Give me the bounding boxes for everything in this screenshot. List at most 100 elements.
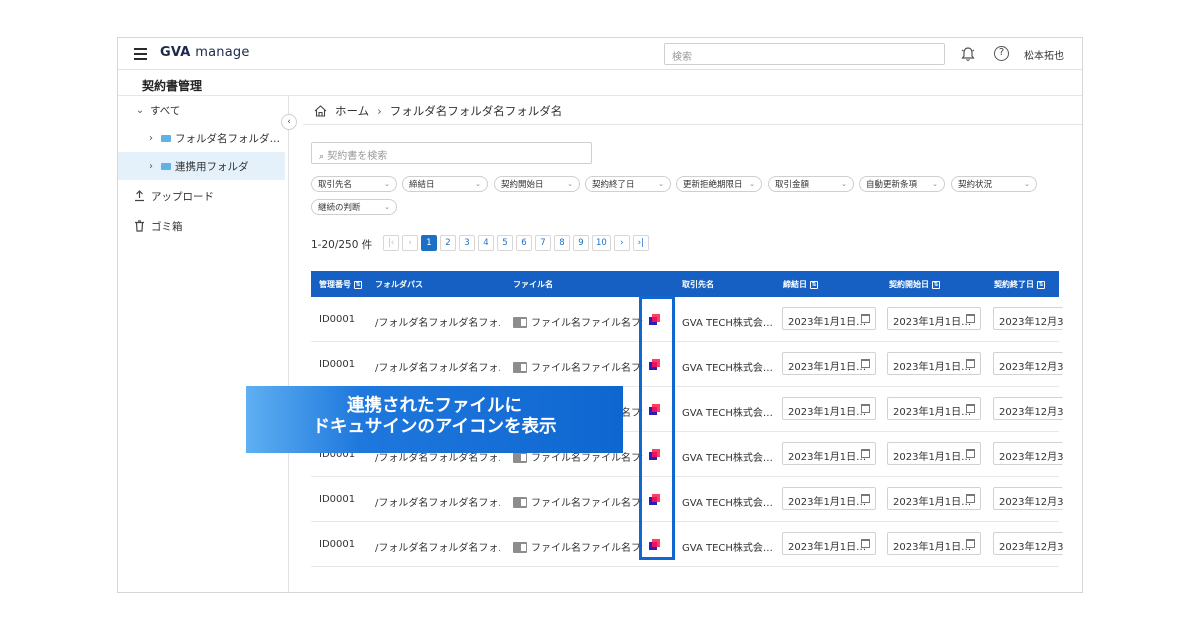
home-icon[interactable] [314,105,327,117]
page-button[interactable]: 3 [459,235,475,251]
start-date-field[interactable]: 2023年1月1日… [887,442,981,465]
cell-partner: GVA TECH株式会… [682,498,772,509]
callout-line-1: 連携されたファイルに [347,396,522,416]
signed-date-field[interactable]: 2023年1月1日… [782,397,876,420]
page-button[interactable]: 8 [554,235,570,251]
sidebar-item-all[interactable]: ⌄ すべて [118,96,285,124]
sidebar-item-label: ゴミ箱 [151,220,183,233]
page-button[interactable]: 4 [478,235,494,251]
sort-icon[interactable]: ⇅ [1037,280,1045,289]
column-header-file: ファイル名 [513,279,553,290]
table-row[interactable]: ID0001/フォルダ名フォルダ名フォル… ファイル名ファイル名ファ… GVA TE… [311,477,1063,522]
start-date-field[interactable]: 2023年1月1日… [887,352,981,375]
sort-icon[interactable]: ⇅ [810,280,818,289]
column-header-end[interactable]: 契約終了日 ⇅ [994,279,1045,290]
cell-file[interactable]: ファイル名ファイル名ファ… [513,359,643,374]
cell-id: ID0001 [319,314,356,325]
column-label: 締結日 [783,280,807,289]
page-button[interactable]: 7 [535,235,551,251]
chevron-right-icon[interactable]: › [145,133,157,144]
filter-label: 更新拒絶期限日 [683,180,743,190]
page-button[interactable]: 6 [516,235,532,251]
global-search-input[interactable]: 検索 [664,43,945,65]
annotation-callout: 連携されたファイルに ドキュサインのアイコンを表示 [246,386,623,453]
table-row[interactable]: ID0001/フォルダ名フォルダ名フォル… ファイル名ファイル名ファ… GVA TE… [311,522,1063,567]
sidebar-item-trash[interactable]: ゴミ箱 [118,212,285,240]
calendar-icon[interactable] [966,404,975,413]
document-search-input[interactable]: ⌕ 契約書を検索 [311,142,592,164]
calendar-icon[interactable] [861,449,870,458]
chevron-down-icon: ⌄ [384,180,390,188]
filter-start-date[interactable]: 契約開始日 ⌄ [494,176,580,192]
bell-icon[interactable] [960,46,976,62]
last-page-button[interactable]: ›| [632,235,649,251]
cell-partner: GVA TECH株式会… [682,363,772,374]
page-button[interactable]: 5 [497,235,513,251]
calendar-icon[interactable] [966,539,975,548]
column-header-id[interactable]: 管理番号 ⇅ [319,279,362,290]
filter-amount[interactable]: 取引金額 ⌄ [768,176,854,192]
calendar-icon[interactable] [861,359,870,368]
cell-file[interactable]: ファイル名ファイル名ファ… [513,539,643,554]
filter-label: 自動更新条項 [866,180,918,190]
calendar-icon[interactable] [861,404,870,413]
end-date-field[interactable]: 2023年12月31 [993,307,1063,330]
sidebar-item-upload[interactable]: アップロード [118,182,285,210]
start-date-field[interactable]: 2023年1月1日… [887,532,981,555]
signed-date-field[interactable]: 2023年1月1日… [782,532,876,555]
end-date-field[interactable]: 2023年12月31 [993,397,1063,420]
cell-file[interactable]: ファイル名ファイル名ファ… [513,314,643,329]
cell-file[interactable]: ファイル名ファイル名ファ… [513,494,643,509]
calendar-icon[interactable] [966,359,975,368]
page-button[interactable]: 1 [421,235,437,251]
table-row[interactable]: ID0001/フォルダ名フォルダ名フォル… ファイル名ファイル名ファ… GVA TE… [311,342,1063,387]
page-button[interactable]: 9 [573,235,589,251]
chevron-right-icon[interactable]: › [145,161,157,172]
page-button[interactable]: 10 [592,235,611,251]
end-date-field[interactable]: 2023年12月31 [993,532,1063,555]
chevron-down-icon[interactable]: ⌄ [134,105,146,116]
first-page-button[interactable]: |‹ [383,235,399,251]
start-date-field[interactable]: 2023年1月1日… [887,487,981,510]
breadcrumb-home[interactable]: ホーム [335,103,369,119]
column-header-signed[interactable]: 締結日 ⇅ [783,279,818,290]
start-date-field[interactable]: 2023年1月1日… [887,397,981,420]
calendar-icon[interactable] [966,494,975,503]
user-name[interactable]: 松本拓也 [1024,47,1064,62]
calendar-icon[interactable] [861,539,870,548]
hamburger-icon[interactable] [134,48,147,60]
filter-renewal-deadline[interactable]: 更新拒絶期限日 ⌄ [676,176,762,192]
end-date-field[interactable]: 2023年12月31 [993,442,1063,465]
chevron-down-icon: ⌄ [567,180,573,188]
help-icon[interactable]: ? [994,46,1009,61]
filter-signed-date[interactable]: 締結日 ⌄ [402,176,488,192]
filter-partner[interactable]: 取引先名 ⌄ [311,176,397,192]
page-button[interactable]: 2 [440,235,456,251]
calendar-icon[interactable] [966,314,975,323]
start-date-field[interactable]: 2023年1月1日… [887,307,981,330]
next-page-button[interactable]: › [613,235,630,251]
end-date-field[interactable]: 2023年12月31 [993,352,1063,375]
filter-auto-renewal[interactable]: 自動更新条項 ⌄ [859,176,945,192]
prev-page-button[interactable]: ‹ [402,235,418,251]
signed-date-field[interactable]: 2023年1月1日… [782,352,876,375]
calendar-icon[interactable] [966,449,975,458]
breadcrumb-current: フォルダ名フォルダ名フォルダ名 [389,104,563,118]
column-header-start[interactable]: 契約開始日 ⇅ [889,279,940,290]
filter-continuation[interactable]: 継続の判断 ⌄ [311,199,397,215]
signed-date-field[interactable]: 2023年1月1日… [782,307,876,330]
calendar-icon[interactable] [861,314,870,323]
sort-icon[interactable]: ⇅ [932,280,940,289]
signed-date-field[interactable]: 2023年1月1日… [782,442,876,465]
calendar-icon[interactable] [861,494,870,503]
signed-date-field[interactable]: 2023年1月1日… [782,487,876,510]
table-row[interactable]: ID0001/フォルダ名フォルダ名フォル… ファイル名ファイル名ファ… GVA TE… [311,297,1063,342]
app-logo[interactable]: GVA manage [160,45,250,60]
filter-status[interactable]: 契約状況 ⌄ [951,176,1037,192]
sort-icon[interactable]: ⇅ [354,280,362,289]
end-date-field[interactable]: 2023年12月31 [993,487,1063,510]
filter-end-date[interactable]: 契約終了日 ⌄ [585,176,671,192]
sidebar-collapse-button[interactable]: ‹ [281,114,297,130]
sidebar-item-folder[interactable]: › フォルダ名フォルダ… [118,124,285,152]
sidebar-item-linked-folder[interactable]: › 連携用フォルダ [118,152,285,180]
